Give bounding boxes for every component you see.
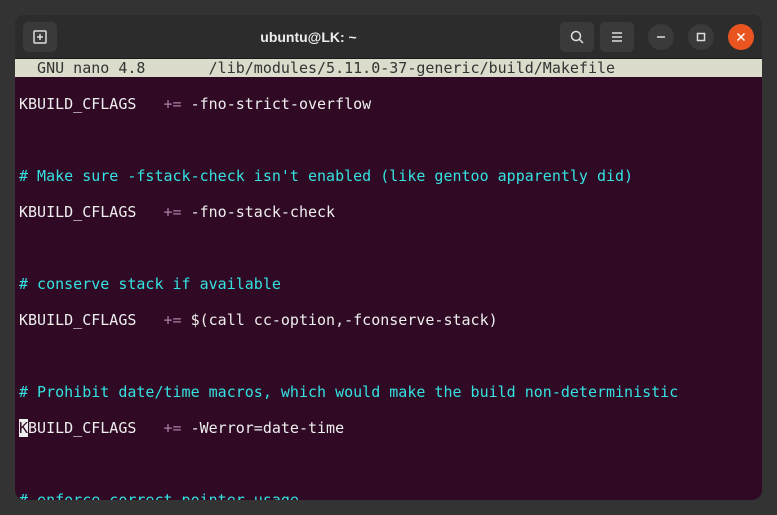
minimize-button[interactable] [648, 24, 674, 50]
close-icon [736, 32, 746, 42]
nano-header: GNU nano 4.8 /lib/modules/5.11.0-37-gene… [15, 59, 762, 77]
terminal-content[interactable]: GNU nano 4.8 /lib/modules/5.11.0-37-gene… [15, 59, 762, 500]
new-tab-icon [32, 29, 48, 45]
file-content: KBUILD_CFLAGS += -fno-strict-overflow # … [15, 77, 762, 500]
terminal-window: ubuntu@LK: ~ GNU nano 4.8 /lib/modules/5… [15, 15, 762, 500]
menu-button[interactable] [600, 22, 634, 52]
new-tab-button[interactable] [23, 22, 57, 52]
maximize-icon [696, 32, 706, 42]
cursor: K [19, 419, 28, 437]
search-icon [569, 29, 585, 45]
search-button[interactable] [560, 22, 594, 52]
minimize-icon [656, 32, 666, 42]
close-button[interactable] [728, 24, 754, 50]
hamburger-icon [609, 29, 625, 45]
window-title: ubuntu@LK: ~ [63, 29, 554, 45]
titlebar: ubuntu@LK: ~ [15, 15, 762, 59]
maximize-button[interactable] [688, 24, 714, 50]
